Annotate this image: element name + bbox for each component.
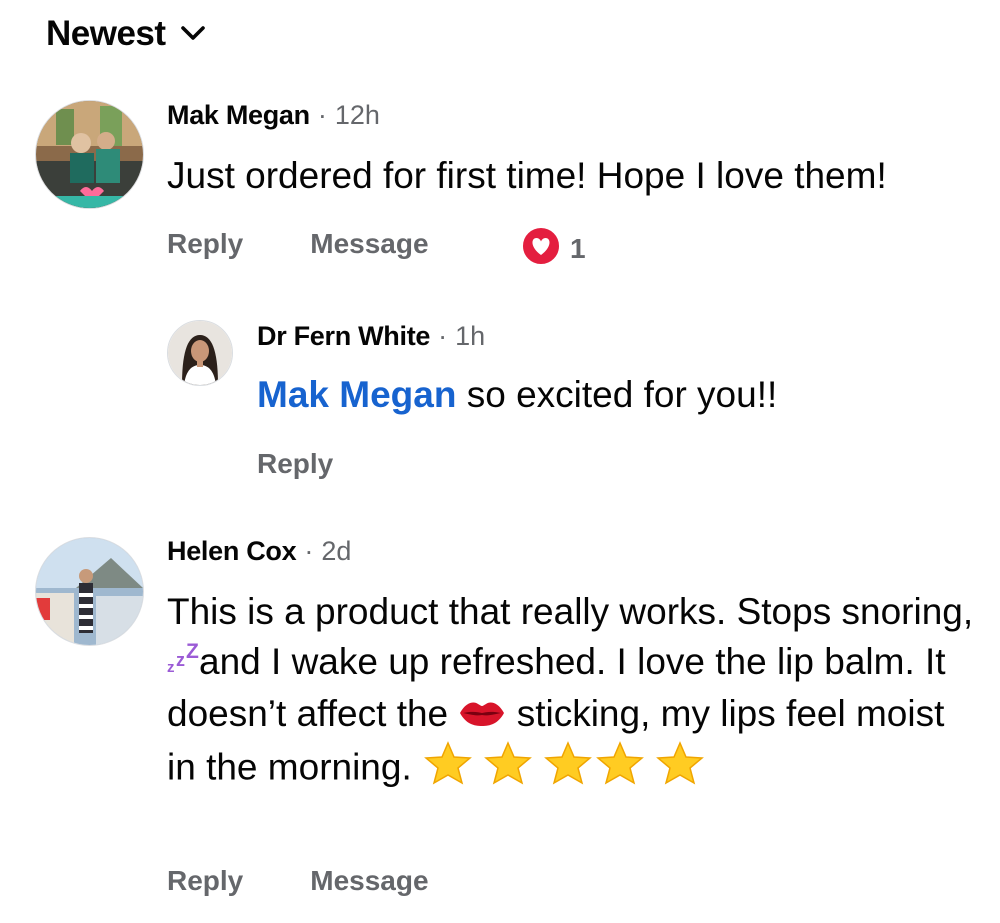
separator-dot: · <box>304 536 314 566</box>
comment-actions: Reply <box>257 448 333 480</box>
message-button[interactable]: Message <box>310 228 428 260</box>
sort-label: Newest <box>46 14 166 53</box>
message-button[interactable]: Message <box>310 865 428 897</box>
comment-text: This is a product that really works. Sto… <box>167 587 977 798</box>
reaction-summary[interactable]: 1 <box>520 225 586 272</box>
star-icon <box>422 741 474 798</box>
lips-icon <box>458 691 506 741</box>
star-icon <box>482 741 534 798</box>
sort-dropdown[interactable]: Newest <box>46 14 206 54</box>
author-name[interactable]: Dr Fern White <box>257 321 430 352</box>
comment-header: Mak Megan · 12h <box>167 100 380 131</box>
avatar[interactable] <box>35 537 144 646</box>
timestamp[interactable]: 1h <box>455 321 485 352</box>
comment-body: so excited for you!! <box>456 374 778 415</box>
reaction-count: 1 <box>570 232 586 264</box>
comment-header: Dr Fern White · 1h <box>257 321 485 352</box>
chevron-down-icon <box>180 24 206 47</box>
reply-button[interactable]: Reply <box>167 865 243 897</box>
comment-body-part: This is a product that really works. Sto… <box>167 591 974 632</box>
author-name[interactable]: Mak Megan <box>167 100 310 131</box>
comment-text: Mak Megan so excited for you!! <box>257 370 977 420</box>
separator-dot: · <box>317 100 327 130</box>
star-icon <box>654 741 706 798</box>
svg-text:Z: Z <box>186 642 199 663</box>
star-icon <box>542 741 594 798</box>
separator-dot: · <box>438 321 448 351</box>
svg-text:z: z <box>167 659 175 676</box>
reply-button[interactable]: Reply <box>167 228 243 260</box>
avatar[interactable] <box>35 100 144 209</box>
comment-actions: Reply Message <box>167 865 429 897</box>
timestamp[interactable]: 2d <box>321 536 351 567</box>
mention-link[interactable]: Mak Megan <box>257 374 456 415</box>
heart-icon <box>520 225 562 272</box>
reply-button[interactable]: Reply <box>257 448 333 480</box>
svg-text:z: z <box>176 650 185 670</box>
zzz-icon: zzZ <box>167 639 199 689</box>
author-name[interactable]: Helen Cox <box>167 536 297 567</box>
timestamp[interactable]: 12h <box>335 100 380 131</box>
comment-header: Helen Cox · 2d <box>167 536 351 567</box>
comment-text: Just ordered for first time! Hope I love… <box>167 155 887 196</box>
comment-actions: Reply Message <box>167 228 429 260</box>
star-icon <box>594 741 646 798</box>
avatar[interactable] <box>167 320 233 386</box>
